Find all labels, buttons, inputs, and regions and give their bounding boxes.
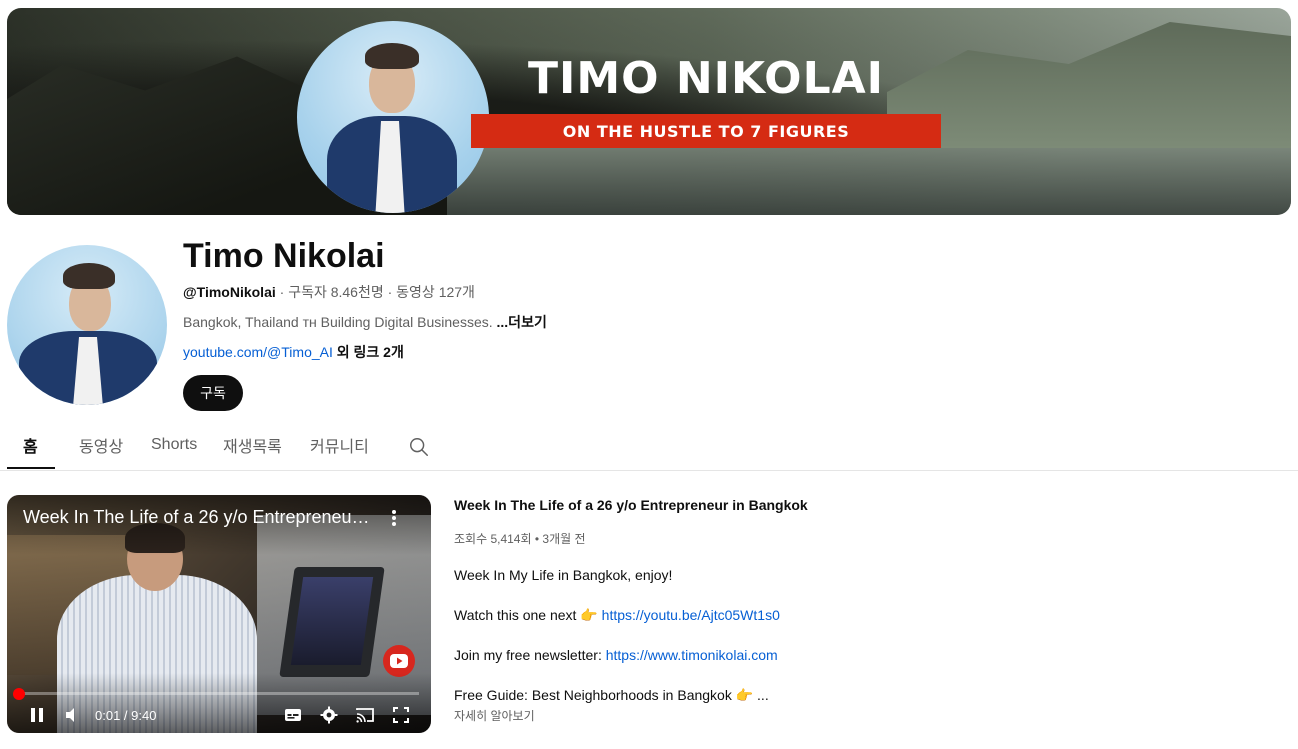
video-desc-link[interactable]: https://www.timonikolai.com <box>606 647 778 663</box>
channel-banner <box>7 8 1291 215</box>
channel-name: Timo Nikolai <box>183 237 385 275</box>
channel-tabs: 홈 동영상 Shorts 재생목록 커뮤니티 <box>7 422 1298 470</box>
tab-home[interactable]: 홈 <box>23 422 38 468</box>
tab-active-indicator <box>7 467 55 469</box>
fullscreen-icon[interactable] <box>391 705 411 725</box>
extra-links[interactable]: 외 링크 2개 <box>333 344 404 360</box>
volume-icon[interactable] <box>63 705 83 725</box>
more-options-icon[interactable] <box>387 507 401 529</box>
pause-icon[interactable] <box>27 705 47 725</box>
video-desc-line: Week In My Life in Bangkok, enjoy! <box>454 567 673 583</box>
captions-icon[interactable] <box>283 705 303 725</box>
learn-more-link[interactable]: 자세히 알아보기 <box>454 707 535 724</box>
progress-scrubber[interactable] <box>13 688 25 700</box>
more-link[interactable]: ...더보기 <box>497 314 547 330</box>
video-player[interactable]: Week In The Life of a 26 y/o Entrepreneu… <box>7 495 431 733</box>
video-desc-line: Watch this one next 👉 https://youtu.be/A… <box>454 606 780 624</box>
settings-gear-icon[interactable] <box>319 705 339 725</box>
channel-link[interactable]: youtube.com/@Timo_AI <box>183 344 333 360</box>
channel-description-text: Bangkok, Thailand ᴛʜ Building Digital Bu… <box>183 314 497 330</box>
tab-community[interactable]: 커뮤니티 <box>310 422 369 468</box>
player-title[interactable]: Week In The Life of a 26 y/o Entrepreneu… <box>23 507 373 528</box>
video-frame-laptop-screen <box>290 577 374 665</box>
progress-bar[interactable] <box>19 692 419 695</box>
tab-shorts[interactable]: Shorts <box>151 422 197 468</box>
cast-icon[interactable] <box>355 705 375 725</box>
banner-portrait <box>297 21 489 213</box>
banner-water <box>447 148 1291 215</box>
channel-avatar[interactable] <box>7 245 167 405</box>
channel-handle: @TimoNikolai <box>183 284 276 300</box>
channel-stats: · 구독자 8.46천명 · 동영상 127개 <box>275 284 475 300</box>
time-display: 0:01 / 9:40 <box>95 708 157 723</box>
channel-meta: @TimoNikolai · 구독자 8.46천명 · 동영상 127개 <box>183 284 475 300</box>
video-desc-line: Free Guide: Best Neighborhoods in Bangko… <box>454 687 769 703</box>
channel-description[interactable]: Bangkok, Thailand ᴛʜ Building Digital Bu… <box>183 314 547 330</box>
video-desc-text: Watch this one next 👉 <box>454 607 602 623</box>
tabs-divider <box>0 470 1298 471</box>
video-stats: 조회수 5,414회 • 3개월 전 <box>454 532 586 546</box>
subscribe-button[interactable]: 구독 <box>183 375 243 411</box>
channel-links: youtube.com/@Timo_AI 외 링크 2개 <box>183 344 404 360</box>
video-title[interactable]: Week In The Life of a 26 y/o Entrepreneu… <box>454 496 808 514</box>
banner-ribbon: ON THE HUSTLE TO 7 FIGURES <box>471 114 941 148</box>
video-desc-text: Join my free newsletter: <box>454 647 606 663</box>
tab-videos[interactable]: 동영상 <box>79 422 123 468</box>
video-desc-link[interactable]: https://youtu.be/Ajtc05Wt1s0 <box>602 607 780 623</box>
tab-playlists[interactable]: 재생목록 <box>223 422 282 468</box>
video-desc-line: Join my free newsletter: https://www.tim… <box>454 646 778 664</box>
banner-mountain-right <box>887 22 1291 148</box>
banner-title: TIMO NIKOLAI <box>527 53 885 104</box>
search-icon[interactable] <box>408 436 430 458</box>
